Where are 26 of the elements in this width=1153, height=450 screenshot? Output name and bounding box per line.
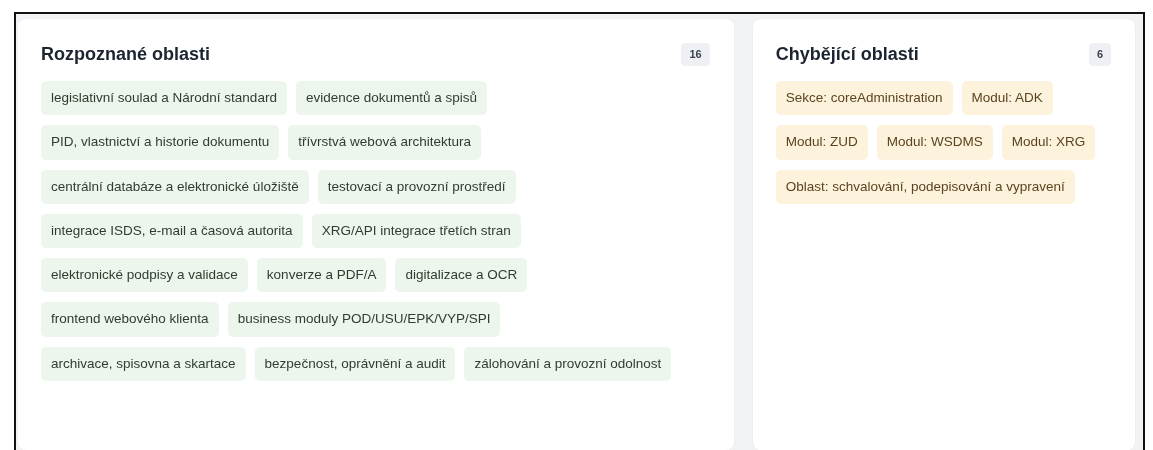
area-tag: evidence dokumentů a spisů [295,81,487,116]
area-tag: zálohování a provozní odolnost [464,346,672,381]
area-tag: legislativní soulad a Národní standard [41,81,287,116]
area-tag: integrace ISDS, e-mail a časová autorita [41,213,303,249]
area-tag: bezpečnost, oprávnění a audit [254,346,456,381]
area-tag: XRG/API integrace třetích stran [311,213,521,249]
panel-title: Rozpoznané oblasti [41,43,210,66]
area-tag: Sekce: coreAdministration [775,81,953,116]
area-tag: testovací a provozní prostředí [317,169,516,204]
area-tag: Modul: XRG [1001,125,1096,160]
count-badge: 16 [681,43,710,67]
area-tag: Modul: ADK [961,81,1053,116]
area-tag: digitalizace a OCR [395,258,528,293]
area-tag: PID, vlastnictví a historie dokumentu [41,125,280,160]
area-tag: business moduly POD/USU/EPK/VYP/SPI [227,302,501,337]
area-tag: konverze a PDF/A [256,258,387,293]
area-tag: centrální databáze a elektronické úložiště [41,169,309,204]
count-badge: 6 [1088,43,1111,67]
area-tag: Modul: ZUD [775,125,868,160]
area-tag: elektronické podpisy a validace [41,258,248,293]
area-tag: frontend webového klienta [41,302,219,337]
area-tag: třívrstvá webová architektura [288,125,481,160]
area-tag: Modul: WSDMS [876,125,993,160]
panel-title: Chybějící oblasti [775,43,919,66]
area-tag: Oblast: schvalování, podepisování a vypravení [775,169,1075,204]
area-tag: archivace, spisovna a skartace [41,346,246,381]
